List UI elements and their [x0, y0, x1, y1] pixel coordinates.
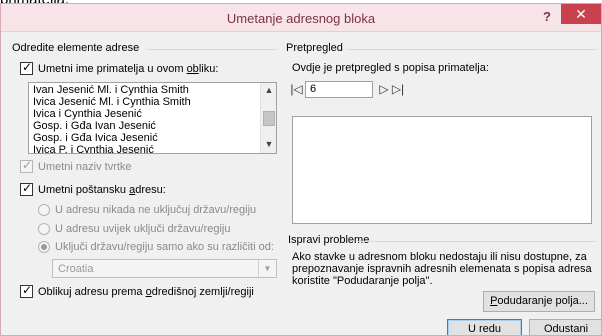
country-option-always: U adresu uvijek uključi državu/regiju — [38, 222, 278, 236]
last-record-icon[interactable]: ▷| — [391, 82, 405, 96]
format-by-country-checkbox[interactable] — [20, 283, 33, 298]
cancel-button[interactable]: Odustani — [529, 319, 601, 335]
insert-name-checkbox[interactable] — [20, 60, 33, 75]
name-format-item[interactable]: Gosp. i Gđa Ivan Jesenić — [33, 120, 156, 132]
next-record-icon[interactable]: ▷ — [378, 82, 390, 96]
close-button[interactable]: ✕ — [561, 4, 601, 24]
name-format-list[interactable]: Ivan Jesenić Ml. i Cynthia Smith Ivica J… — [28, 82, 277, 154]
section-divider — [147, 49, 277, 50]
insert-company-checkbox — [20, 158, 33, 173]
preview-section-title: Pretpregled — [286, 42, 343, 54]
ok-button[interactable]: U redu — [447, 319, 522, 335]
address-block-dialog: Umetanje adresnog bloka ? ✕ Odredite ele… — [0, 3, 602, 336]
name-format-item[interactable]: Gosp. i Gđa Ivica Jesenić — [33, 132, 158, 144]
country-option-never: U adresu nikada ne uključuj državu/regij… — [38, 203, 278, 217]
record-number-input[interactable]: 6 — [305, 81, 373, 98]
insert-postal-checkbox[interactable] — [20, 181, 33, 196]
section-divider — [358, 241, 596, 242]
insert-postal-label: Umetni poštansku adresu: — [38, 184, 166, 196]
radio-never-label: U adresu nikada ne uključuj državu/regij… — [55, 204, 257, 216]
insert-name-label: Umetni ime primatelja u ovom obliku: — [38, 63, 219, 75]
elements-section-title: Odredite elemente adrese — [12, 42, 140, 54]
help-button[interactable]: ? — [537, 8, 557, 26]
insert-name-option[interactable]: Umetni ime primatelja u ovom obliku: — [20, 60, 280, 77]
dialog-title: Umetanje adresnog bloka — [226, 11, 376, 26]
format-by-country-label: Oblikuj adresu prema odredišnoj zemlji/r… — [38, 286, 254, 298]
preview-hint: Ovdje je pretpregled s popisa primatelja… — [292, 62, 489, 74]
title-bar[interactable]: Umetanje adresnog bloka ? ✕ — [1, 4, 601, 32]
name-format-item[interactable]: Ivica i Cynthia Jesenić — [33, 108, 142, 120]
address-preview — [292, 116, 592, 224]
insert-company-option: Umetni naziv tvrtke — [20, 158, 240, 175]
insert-company-label: Umetni naziv tvrtke — [38, 161, 132, 173]
chevron-down-icon: ▼ — [258, 260, 276, 277]
list-scrollbar[interactable]: ▲ ▼ — [260, 83, 276, 153]
format-by-country-option[interactable]: Oblikuj adresu prema odredišnoj zemlji/r… — [20, 283, 270, 300]
country-option-different: Uključi državu/regiju samo ako su različ… — [38, 240, 283, 254]
scroll-thumb[interactable] — [263, 111, 275, 126]
radio-never-include — [38, 204, 50, 216]
insert-postal-option[interactable]: Umetni poštansku adresu: — [20, 181, 240, 198]
fix-problems-text: Ako stavke u adresnom bloku nedostaju il… — [292, 251, 592, 287]
match-fields-button[interactable]: Podudaranje polja... — [483, 291, 595, 312]
name-format-item[interactable]: Ivica Jesenić Ml. i Cynthia Smith — [33, 96, 191, 108]
country-value: Croatia — [58, 263, 94, 275]
radio-always-label: U adresu uvijek uključi državu/regiju — [55, 223, 231, 235]
radio-different-label: Uključi državu/regiju samo ako su različ… — [55, 241, 274, 253]
radio-include-if-different — [38, 241, 50, 253]
fix-problems-title: Ispravi probleme — [288, 234, 370, 246]
radio-always-include — [38, 223, 50, 235]
scroll-up-icon[interactable]: ▲ — [261, 85, 276, 97]
scroll-down-icon[interactable]: ▼ — [261, 139, 276, 151]
name-format-item[interactable]: Ivan Jesenić Ml. i Cynthia Smith — [33, 84, 189, 96]
section-divider — [347, 49, 597, 50]
name-format-item[interactable]: Ivica P. i Cynthia Jesenić — [33, 144, 154, 153]
first-record-icon[interactable]: |◁ — [290, 82, 303, 96]
country-select: Croatia ▼ — [52, 259, 277, 278]
